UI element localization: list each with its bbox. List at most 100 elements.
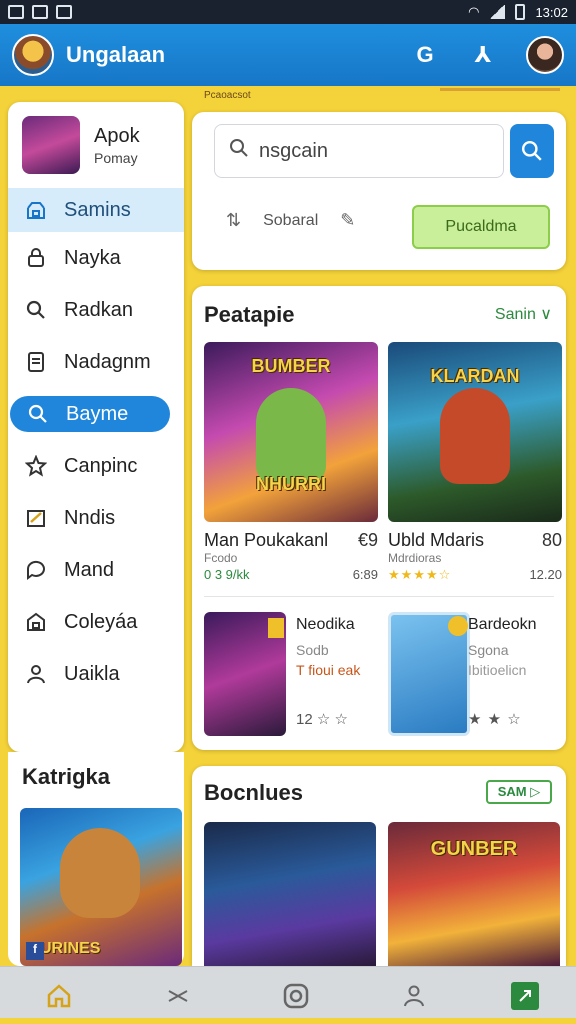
game-art: KLARDAN: [388, 342, 562, 522]
sidebar-item[interactable]: Nayka: [8, 232, 184, 284]
search-card: ⇅ Sobaral ✎ Pucaldma: [192, 112, 566, 270]
bottom-nav: [0, 966, 576, 1024]
facebook-icon[interactable]: f: [26, 942, 44, 960]
game-card[interactable]: BUMBER NHURRI Man Poukakanl Fcodo 0 3 9/…: [204, 342, 378, 582]
app-bar: Ungalaan G ⅄: [0, 24, 576, 86]
featured-more-link[interactable]: Sanin ∨: [495, 304, 552, 324]
promo-character: [60, 828, 140, 918]
section-card: Bocnlues SAM ▷ GUNBER: [192, 766, 566, 966]
person-icon[interactable]: [392, 974, 436, 1018]
game-logo: KLARDAN: [430, 366, 520, 386]
section-more-button[interactable]: SAM ▷: [486, 780, 552, 804]
coin-icon: [448, 616, 468, 636]
mini-game-title: Bardeokn: [468, 616, 537, 633]
send-icon[interactable]: [510, 981, 539, 1010]
user-icon: [24, 662, 48, 686]
battery-icon: [515, 4, 526, 20]
promo-banner[interactable]: URINES f: [20, 808, 182, 966]
grid-icon: [24, 198, 48, 222]
sidebar-item[interactable]: Nndis: [8, 492, 184, 544]
sidebar-item-label: Uaikla: [64, 662, 120, 685]
divider: [204, 596, 554, 597]
signal-icon: [489, 5, 506, 19]
mini-game-tag: Ibitioelicn: [468, 662, 527, 678]
game-logo-sub: NHURRI: [256, 474, 326, 494]
mini-game-rating: ★ ★ ☆: [468, 711, 522, 728]
chat-icon: [24, 558, 48, 582]
folder-icon: [24, 610, 48, 634]
search-button[interactable]: [510, 124, 554, 178]
section-title: Bocnlues: [204, 780, 304, 805]
filter-label[interactable]: Sobaral: [263, 212, 318, 230]
sidebar-item-label: Nayka: [64, 246, 121, 269]
search-icon: [229, 138, 249, 164]
game-card[interactable]: [204, 822, 376, 966]
profile-subtitle: Pomay: [94, 149, 138, 166]
search-icon: [24, 298, 48, 322]
app-logo: [12, 34, 54, 76]
sidebar-item-label: Coleyáa: [64, 610, 138, 633]
mini-game-card[interactable]: Bardeokn Sgona Ibitioelicn ★ ★ ☆: [388, 612, 562, 736]
lock-icon: [24, 246, 48, 270]
sidebar-item[interactable]: Radkan: [8, 284, 184, 336]
sidebar-item[interactable]: Bayme: [10, 396, 170, 432]
edit-icon: [24, 506, 48, 530]
sidebar-section: Katrigka URINES f: [8, 752, 184, 966]
sidebar-nav: Samins Nayka Radkan Nadagnm Bayme Canpinc Nndi…: [8, 188, 184, 700]
notification-icon: [56, 5, 72, 19]
game-meta: 6:89: [352, 567, 378, 582]
sidebar: Apok Pomay Samins Nayka Radkan Nadagnm Bayme…: [8, 102, 184, 752]
game-character: [440, 388, 510, 484]
sidebar-item-label: Samins: [64, 198, 131, 221]
sidebar-item[interactable]: Canpinc: [8, 440, 184, 492]
search-input[interactable]: [259, 139, 479, 163]
sidebar-item-label: Bayme: [66, 402, 129, 425]
game-card[interactable]: KLARDAN Ubld Mdaris Mdrdioras ★★★★☆ 12.2…: [388, 342, 562, 583]
mini-game-card[interactable]: Neodika Sodb T fioui eak 12 ☆ ☆: [204, 612, 378, 736]
featured-title: Peatapie: [204, 302, 295, 327]
sidebar-profile[interactable]: Apok Pomay: [8, 102, 184, 188]
game-card[interactable]: GUNBER: [388, 822, 560, 966]
game-rating: ★★★★☆: [388, 567, 452, 582]
banner-stripe: [440, 88, 560, 91]
sidebar-section-title: Katrigka: [22, 764, 111, 789]
search-icon: [26, 402, 50, 426]
game-logo: GUNBER: [430, 838, 518, 860]
game-rating: 0 3 9/kk: [204, 567, 250, 582]
game-logo: BUMBER: [251, 356, 331, 376]
avatar[interactable]: [526, 36, 564, 74]
g-button[interactable]: G: [410, 42, 440, 68]
sidebar-item[interactable]: Coleyáa: [8, 596, 184, 648]
game-price: 80: [541, 530, 562, 550]
featured-card: Peatapie Sanin ∨ BUMBER NHURRI Man Pouka…: [192, 286, 566, 750]
tool-icon[interactable]: ✎: [340, 210, 355, 231]
share-button[interactable]: ⅄: [468, 42, 498, 68]
sidebar-item-label: Nadagnm: [64, 350, 151, 373]
mini-game-subtitle: Sgona: [468, 642, 509, 658]
mini-game-subtitle: Sodb: [296, 642, 329, 658]
sidebar-item[interactable]: Nadagnm: [8, 336, 184, 388]
document-icon: [24, 350, 48, 374]
home-indicator: [0, 1018, 576, 1024]
sidebar-item-label: Radkan: [64, 298, 133, 321]
home-icon[interactable]: [37, 974, 81, 1018]
sidebar-item[interactable]: Uaikla: [8, 648, 184, 700]
search-field[interactable]: [214, 124, 504, 178]
game-character: [256, 388, 326, 484]
apply-button[interactable]: Pucaldma: [412, 205, 550, 249]
sort-icon[interactable]: ⇅: [226, 210, 241, 231]
circle-icon[interactable]: [274, 974, 318, 1018]
star-icon: [24, 454, 48, 478]
mini-game-tag: T fioui eak: [296, 662, 361, 678]
notification-icon: [8, 5, 24, 19]
profile-name: Apok: [94, 124, 140, 147]
game-art: BUMBER NHURRI: [204, 342, 378, 522]
wifi-icon: ◠: [468, 4, 480, 19]
shuffle-icon[interactable]: [156, 974, 200, 1018]
notification-icon: [32, 5, 48, 19]
sidebar-item[interactable]: Mand: [8, 544, 184, 596]
game-subtitle: Fcodo: [204, 551, 238, 565]
game-title: Ubld Mdaris: [388, 530, 485, 550]
sidebar-item[interactable]: Samins: [8, 188, 184, 232]
profile-image: [22, 116, 80, 174]
